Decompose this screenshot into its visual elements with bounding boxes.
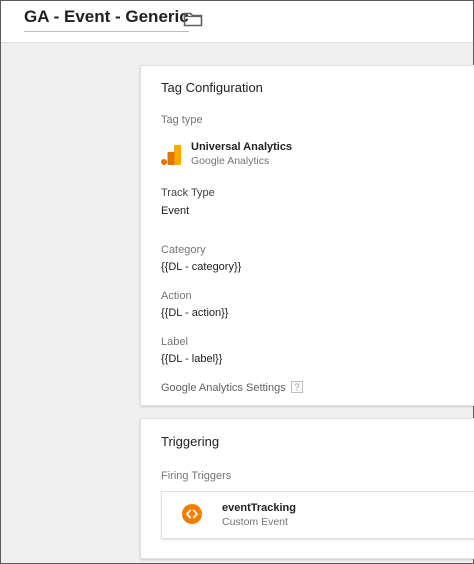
header-bar: GA - Event - Generic xyxy=(1,1,473,43)
category-value: {{DL - category}} xyxy=(161,261,242,273)
track-type-value: Event xyxy=(161,205,190,217)
tag-type-label: Tag type xyxy=(161,114,203,126)
triggering-card[interactable]: Triggering Firing Triggers eventTracking… xyxy=(140,418,474,559)
folder-icon[interactable] xyxy=(183,11,203,27)
category-label: Category xyxy=(161,244,206,256)
firing-triggers-label: Firing Triggers xyxy=(161,470,232,482)
tag-configuration-title: Tag Configuration xyxy=(161,80,263,95)
tag-type-vendor: Google Analytics xyxy=(191,155,270,167)
trigger-name: eventTracking xyxy=(222,502,296,514)
help-icon[interactable]: ? xyxy=(291,381,303,393)
tag-type-name: Universal Analytics xyxy=(191,141,293,153)
trigger-item-eventtracking[interactable]: eventTracking Custom Event xyxy=(161,491,474,539)
tag-configuration-card[interactable]: Tag Configuration Tag type Universal Ana… xyxy=(140,65,474,406)
google-analytics-icon xyxy=(161,145,181,165)
action-value: {{DL - action}} xyxy=(161,307,229,319)
action-label: Action xyxy=(161,290,192,302)
tag-name-field[interactable]: GA - Event - Generic xyxy=(24,7,189,32)
label-value: {{DL - label}} xyxy=(161,353,223,365)
track-type-label: Track Type xyxy=(161,187,215,199)
google-analytics-settings-label: Google Analytics Settings xyxy=(161,382,286,394)
label-label: Label xyxy=(161,336,188,348)
trigger-type: Custom Event xyxy=(222,516,288,528)
triggering-title: Triggering xyxy=(161,434,220,449)
custom-event-icon xyxy=(182,504,202,524)
